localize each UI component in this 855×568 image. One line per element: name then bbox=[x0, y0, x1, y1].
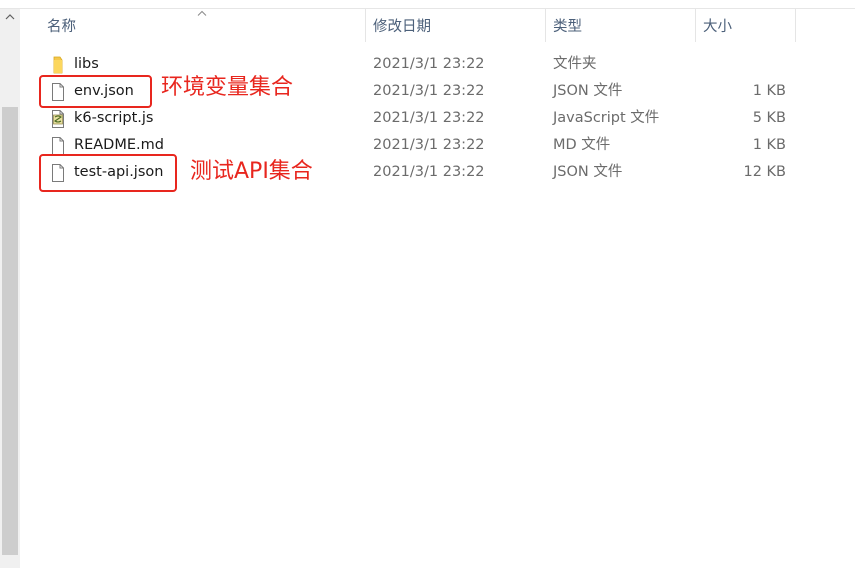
file-type: MD 文件 bbox=[553, 137, 611, 153]
column-separator[interactable] bbox=[545, 9, 546, 42]
file-size: 5 KB bbox=[752, 110, 786, 126]
file-name: k6-script.js bbox=[74, 110, 154, 126]
file-name: libs bbox=[74, 56, 99, 72]
file-size: 12 KB bbox=[743, 164, 786, 180]
highlight-box-env-json bbox=[39, 75, 152, 108]
annotation-test-api-json: 测试API集合 bbox=[190, 159, 313, 184]
column-header-size[interactable]: 大小 bbox=[703, 9, 732, 42]
sort-ascending-icon bbox=[197, 10, 207, 16]
file-type: JavaScript 文件 bbox=[553, 110, 660, 126]
scroll-up-arrow-icon bbox=[5, 14, 15, 20]
file-date: 2021/3/1 23:22 bbox=[373, 164, 485, 180]
column-separator[interactable] bbox=[695, 9, 696, 42]
file-row-k6-script[interactable]: k6-script.js 2021/3/1 23:22 JavaScript 文… bbox=[20, 105, 855, 132]
file-size: 1 KB bbox=[752, 83, 786, 99]
file-date: 2021/3/1 23:22 bbox=[373, 110, 485, 126]
column-header-date[interactable]: 修改日期 bbox=[373, 9, 431, 42]
file-date: 2021/3/1 23:22 bbox=[373, 83, 485, 99]
column-separator[interactable] bbox=[795, 9, 796, 42]
file-type: JSON 文件 bbox=[553, 164, 623, 180]
file-size: 1 KB bbox=[752, 137, 786, 153]
scroll-up-button[interactable] bbox=[0, 9, 20, 25]
column-header: 名称 修改日期 类型 大小 bbox=[20, 9, 855, 42]
file-date: 2021/3/1 23:22 bbox=[373, 56, 485, 72]
file-icon bbox=[50, 136, 66, 156]
window-top-edge bbox=[0, 0, 855, 9]
script-file-icon bbox=[50, 109, 66, 129]
scroll-thumb[interactable] bbox=[2, 107, 18, 555]
folder-icon bbox=[50, 55, 66, 75]
highlight-box-test-api-json bbox=[39, 154, 177, 192]
file-date: 2021/3/1 23:22 bbox=[373, 137, 485, 153]
column-header-type[interactable]: 类型 bbox=[553, 9, 582, 42]
column-header-name[interactable]: 名称 bbox=[47, 9, 76, 42]
file-type: 文件夹 bbox=[553, 56, 597, 72]
file-type: JSON 文件 bbox=[553, 83, 623, 99]
column-separator[interactable] bbox=[365, 9, 366, 42]
vertical-scrollbar[interactable] bbox=[0, 9, 20, 568]
annotation-env-json: 环境变量集合 bbox=[161, 75, 294, 100]
file-row-libs[interactable]: libs 2021/3/1 23:22 文件夹 bbox=[20, 51, 855, 78]
